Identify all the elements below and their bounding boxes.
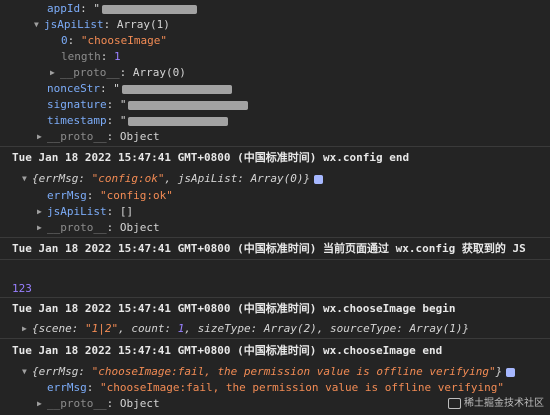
log-config-end: Tue Jan 18 2022 15:47:41 GMT+0800 (中国标准时… [12, 151, 410, 164]
prop-signature: signature: " [47, 97, 550, 112]
log-choose-begin: Tue Jan 18 2022 15:47:41 GMT+0800 (中国标准时… [12, 302, 456, 315]
expand-right-icon[interactable]: ▶ [22, 321, 32, 336]
proto-object[interactable]: ▶ __proto__: Object [37, 129, 550, 144]
array-length: length: 1 [61, 50, 121, 63]
log-config-object[interactable]: ▼ {errMsg: "config:ok", jsApiList: Array(… [22, 171, 550, 186]
expand-right-icon[interactable]: ▶ [37, 129, 47, 144]
prop-noncestr: nonceStr: " [47, 81, 550, 96]
log-fail-object[interactable]: ▼ {errMsg: "chooseImage:fail, the permiss… [22, 364, 550, 379]
fail-errmsg: errMsg: "chooseImage:fail, the permissio… [47, 381, 504, 394]
log-number: 123 [12, 282, 32, 295]
prop-appid: appId: " [47, 1, 550, 16]
expand-right-icon[interactable]: ▶ [37, 220, 47, 235]
log-choose-end: Tue Jan 18 2022 15:47:41 GMT+0800 (中国标准时… [12, 344, 443, 357]
redacted-value [128, 116, 229, 126]
expand-down-icon[interactable]: ▼ [22, 364, 32, 379]
redacted-value [121, 84, 232, 94]
expand-right-icon[interactable]: ▶ [37, 396, 47, 411]
config-jsapilist[interactable]: ▶ jsApiList: [] [37, 204, 550, 219]
array-item-0: 0: "chooseImage" [61, 34, 167, 47]
prop-jsapilist[interactable]: ▼ jsApiList: Array(1) [34, 17, 550, 32]
expand-down-icon[interactable]: ▼ [34, 17, 44, 32]
watermark: 稀土掘金技术社区 [448, 396, 544, 411]
info-icon[interactable] [314, 174, 324, 184]
info-icon[interactable] [506, 367, 516, 377]
juejin-logo-icon [448, 397, 461, 409]
prop-timestamp: timestamp: " [47, 113, 550, 128]
proto-array[interactable]: ▶ __proto__: Array(0) [50, 65, 550, 80]
expand-down-icon[interactable]: ▼ [22, 171, 32, 186]
config-errmsg: errMsg: "config:ok" [47, 189, 173, 202]
config-proto[interactable]: ▶ __proto__: Object [37, 220, 550, 235]
log-page-notice: Tue Jan 18 2022 15:47:41 GMT+0800 (中国标准时… [12, 242, 526, 255]
redacted-value [128, 100, 249, 110]
expand-right-icon[interactable]: ▶ [37, 204, 47, 219]
log-choose-object[interactable]: ▶ {scene: "1|2", count: 1, sizeType: Arra… [22, 321, 550, 336]
expand-right-icon[interactable]: ▶ [50, 65, 60, 80]
redacted-value [102, 4, 197, 14]
